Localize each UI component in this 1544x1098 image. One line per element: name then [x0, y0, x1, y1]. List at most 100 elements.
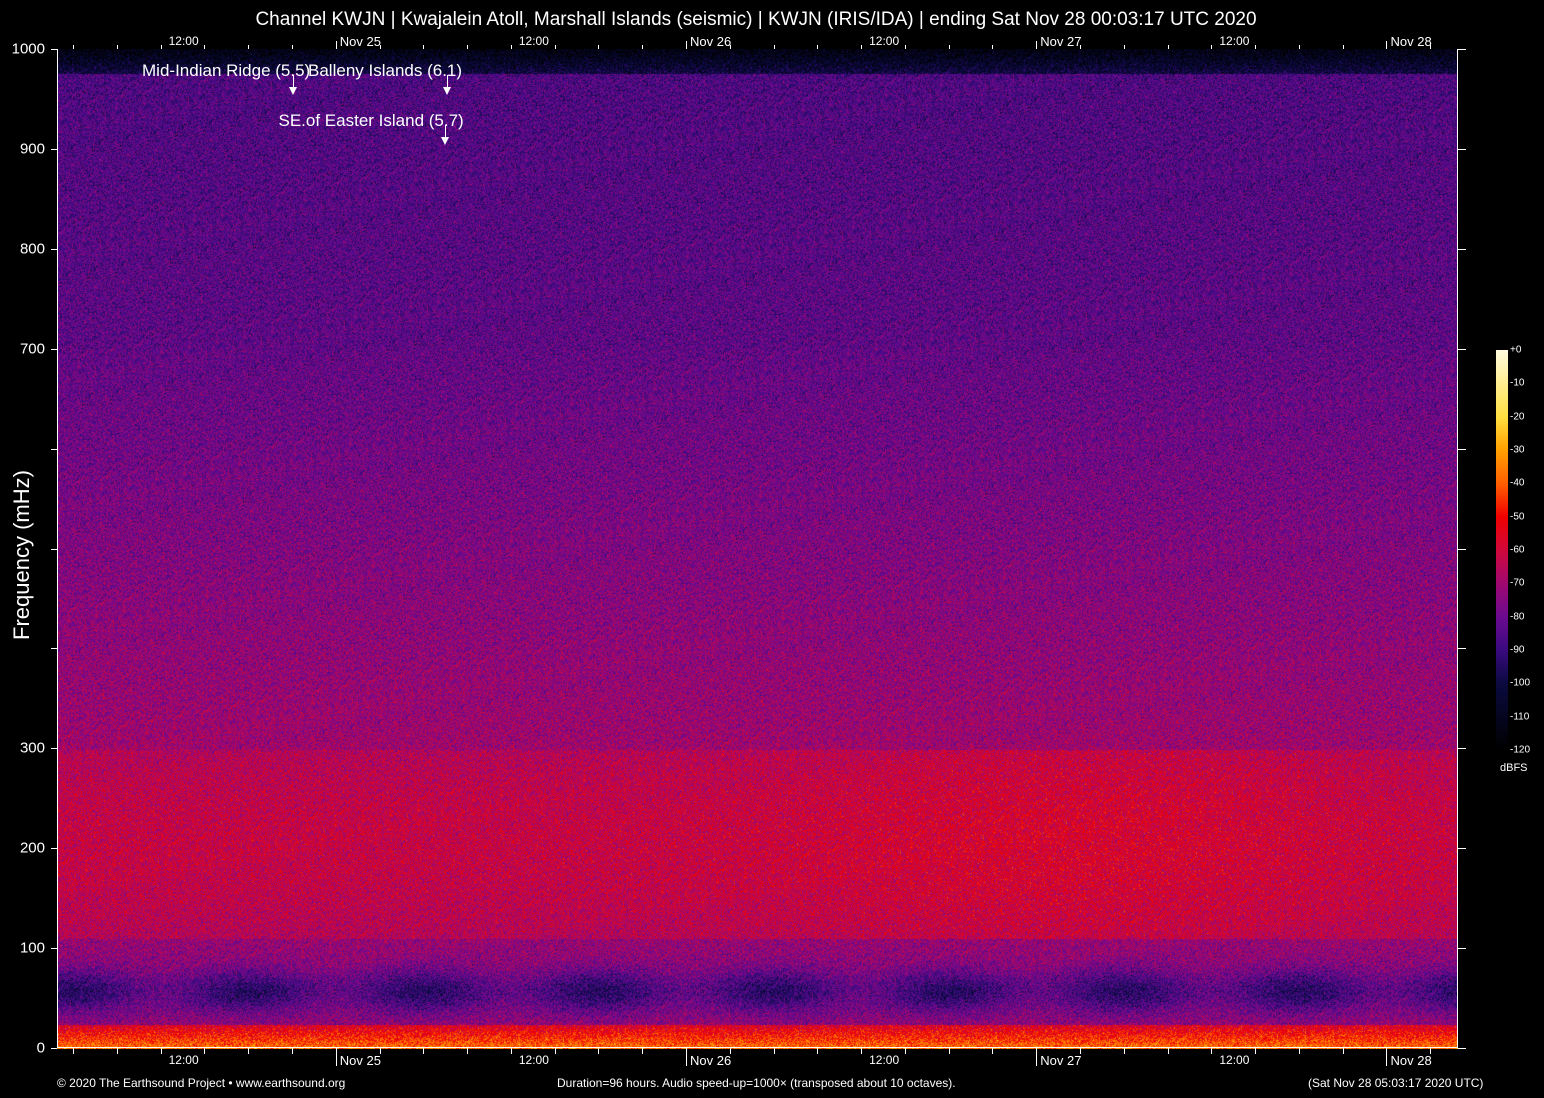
annotation-arrow-icon — [289, 74, 298, 95]
footer-info: Duration=96 hours. Audio speed-up=1000× … — [557, 1076, 956, 1090]
x-tick-bottom — [992, 1048, 994, 1054]
x-tick-label-bottom: 12:00 — [518, 1053, 549, 1067]
x-tick-bottom — [904, 1048, 906, 1054]
y-tick-left — [51, 748, 57, 750]
x-tick-top — [904, 45, 906, 49]
x-tick-top — [73, 45, 75, 49]
x-tick-bottom — [510, 1048, 512, 1054]
colorbar-tick-label: +0 — [1510, 344, 1522, 356]
x-tick-bottom — [248, 1048, 250, 1054]
y-tick-label: 700 — [19, 340, 45, 358]
x-tick-top — [1342, 45, 1344, 49]
x-tick-top — [1036, 41, 1038, 49]
y-tick-right — [1458, 448, 1466, 450]
y-tick-label: 300 — [19, 739, 45, 757]
x-tick-bottom — [204, 1048, 206, 1054]
y-tick-left — [51, 348, 57, 350]
x-tick-top — [467, 45, 469, 49]
y-tick-right — [1458, 948, 1466, 950]
x-tick-label-bottom: 12:00 — [1219, 1053, 1250, 1067]
x-tick-top — [861, 45, 863, 49]
x-tick-bottom — [291, 1048, 293, 1054]
annotation-label: Balleny Islands (6.1) — [308, 60, 463, 80]
spectrogram-plot — [57, 49, 1458, 1049]
y-tick-left — [51, 148, 57, 150]
colorbar-tick-label: -70 — [1510, 577, 1525, 589]
x-tick-top — [291, 45, 293, 49]
x-tick-top — [817, 45, 819, 49]
x-tick-bottom — [861, 1048, 863, 1054]
y-tick-label: 800 — [19, 240, 45, 258]
colorbar-tick-label: -10 — [1510, 377, 1525, 389]
x-tick-top — [685, 41, 687, 49]
x-tick-top — [204, 45, 206, 49]
y-tick-left — [51, 448, 57, 450]
x-tick-top — [423, 45, 425, 49]
colorbar-tick-label: -50 — [1510, 511, 1525, 523]
footer-time: (Sat Nov 28 05:03:17 2020 UTC) — [1308, 1076, 1484, 1090]
x-tick-bottom — [948, 1048, 950, 1054]
x-tick-top — [642, 45, 644, 49]
y-tick-label: 200 — [19, 839, 45, 857]
y-tick-left — [51, 248, 57, 250]
x-tick-label-top: 12:00 — [1219, 34, 1250, 48]
y-tick-right — [1458, 49, 1466, 50]
x-tick-top — [598, 45, 600, 49]
colorbar-tick-label: -110 — [1510, 711, 1530, 723]
colorbar — [1496, 350, 1508, 750]
y-tick-right — [1458, 848, 1466, 850]
y-tick-left — [51, 548, 57, 550]
x-tick-top — [335, 41, 337, 49]
x-tick-bottom — [1255, 1048, 1257, 1054]
x-tick-top — [1255, 45, 1257, 49]
colorbar-tick-label: -40 — [1510, 477, 1525, 489]
x-tick-label-top: Nov 26 — [689, 34, 732, 49]
x-tick-bottom — [423, 1048, 425, 1054]
x-tick-label-bottom: Nov 26 — [689, 1053, 732, 1068]
colorbar-tick-label: -90 — [1510, 644, 1525, 656]
y-tick-left — [51, 648, 57, 650]
x-tick-label-bottom: Nov 27 — [1040, 1053, 1082, 1068]
y-tick-right — [1458, 648, 1466, 650]
chart-title: Channel KWJN | Kwajalein Atoll, Marshall… — [255, 9, 1257, 30]
y-tick-left — [51, 948, 57, 950]
x-tick-top — [1298, 45, 1300, 49]
x-tick-top — [1123, 45, 1125, 49]
colorbar-tick-label: -20 — [1510, 411, 1525, 423]
annotation-label: SE.of Easter Island (5.7) — [278, 110, 464, 130]
x-tick-bottom — [1386, 1048, 1388, 1066]
colorbar-tick-label: -80 — [1510, 611, 1525, 623]
spectrogram-heatmap — [57, 49, 1458, 1049]
x-tick-bottom — [1036, 1048, 1038, 1066]
x-tick-top — [510, 45, 512, 49]
x-tick-bottom — [817, 1048, 819, 1054]
x-tick-top — [1211, 45, 1213, 49]
x-tick-top — [1167, 45, 1169, 49]
y-tick-label: 0 — [36, 1039, 45, 1057]
colorbar-tick-label: -30 — [1510, 444, 1525, 456]
annotation-label: Mid-Indian Ridge (5.5) — [142, 60, 311, 80]
y-tick-right — [1458, 748, 1466, 750]
colorbar-tick-label: -60 — [1510, 544, 1525, 556]
x-tick-bottom — [554, 1048, 556, 1054]
x-tick-label-top: 12:00 — [869, 34, 900, 48]
x-tick-bottom — [1167, 1048, 1169, 1054]
x-tick-bottom — [1211, 1048, 1213, 1054]
x-tick-top — [773, 45, 775, 49]
y-tick-left — [51, 848, 57, 850]
y-axis-title: Frequency (mHz) — [9, 470, 34, 640]
x-tick-label-top: 12:00 — [168, 34, 199, 48]
y-tick-left — [51, 1048, 57, 1049]
x-tick-bottom — [467, 1048, 469, 1054]
y-tick-label: 100 — [19, 939, 45, 957]
y-tick-right — [1458, 348, 1466, 350]
annotation-arrow-icon — [441, 124, 450, 145]
x-tick-bottom — [160, 1048, 162, 1054]
x-tick-bottom — [116, 1048, 118, 1054]
x-tick-bottom — [73, 1048, 75, 1054]
x-tick-bottom — [773, 1048, 775, 1054]
x-tick-bottom — [642, 1048, 644, 1054]
annotation-arrow-icon — [442, 74, 451, 95]
x-tick-label-top: Nov 28 — [1390, 34, 1432, 49]
y-tick-right — [1458, 548, 1466, 550]
